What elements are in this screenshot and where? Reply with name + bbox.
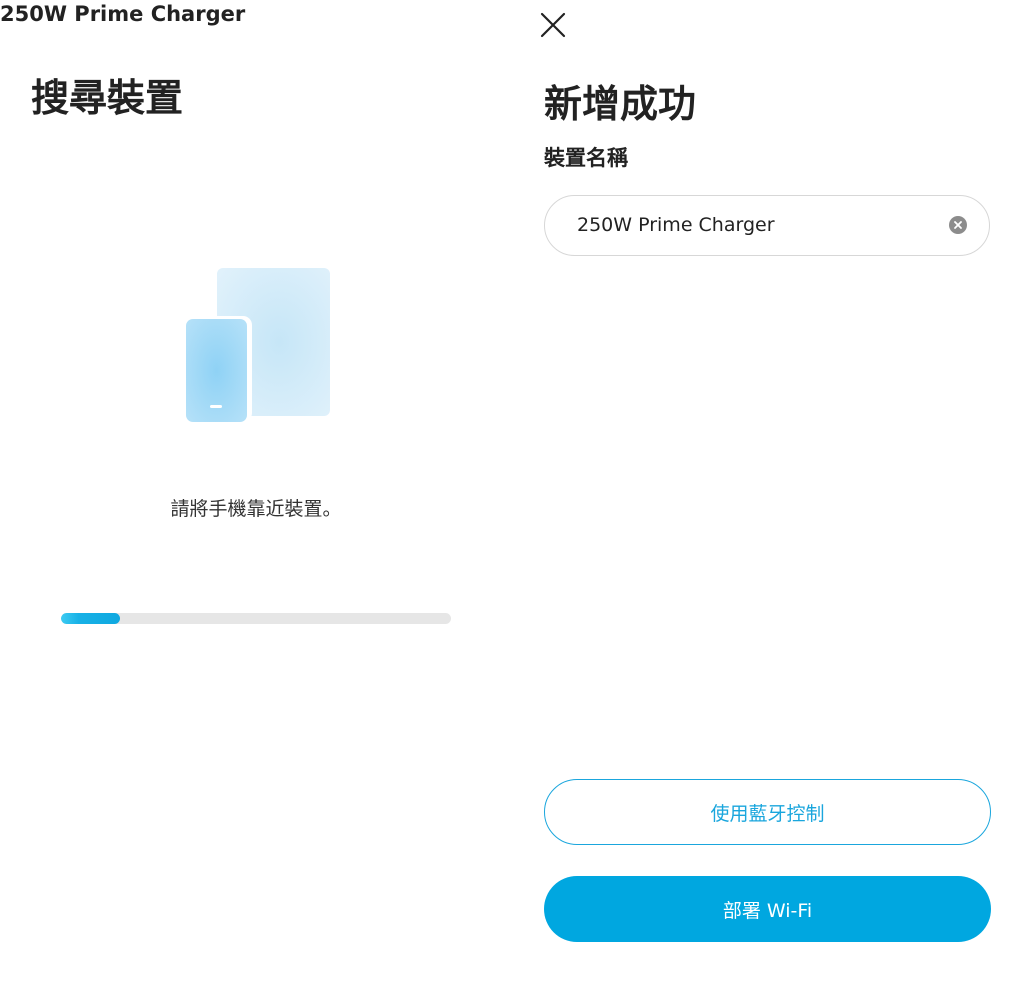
device-name-subtitle: 250W Prime Charger: [0, 2, 246, 26]
use-bluetooth-button-label: 使用藍牙控制: [710, 802, 825, 825]
device-name-label: 裝置名稱: [544, 146, 628, 170]
clear-input-icon[interactable]: [949, 216, 967, 234]
device-name-field[interactable]: [544, 195, 990, 256]
use-bluetooth-button[interactable]: 使用藍牙控制: [544, 779, 991, 845]
device-name-input[interactable]: [577, 196, 927, 254]
page-title: 新增成功: [544, 82, 697, 126]
add-success-screen: 新增成功 裝置名稱 使用藍牙控制 部署 Wi-Fi: [512, 0, 1024, 996]
search-progress-bar: [61, 613, 451, 624]
phone-near-tablet-icon: [186, 268, 330, 422]
close-icon[interactable]: [538, 10, 568, 40]
setup-wifi-button[interactable]: 部署 Wi-Fi: [544, 876, 991, 942]
setup-wifi-button-label: 部署 Wi-Fi: [722, 899, 813, 922]
search-progress-fill: [61, 613, 120, 624]
search-device-screen: 搜尋裝置 250W Prime Charger 請將手機靠近裝置。: [0, 0, 512, 996]
page-title: 搜尋裝置: [31, 76, 184, 120]
hint-text: 請將手機靠近裝置。: [170, 498, 342, 520]
